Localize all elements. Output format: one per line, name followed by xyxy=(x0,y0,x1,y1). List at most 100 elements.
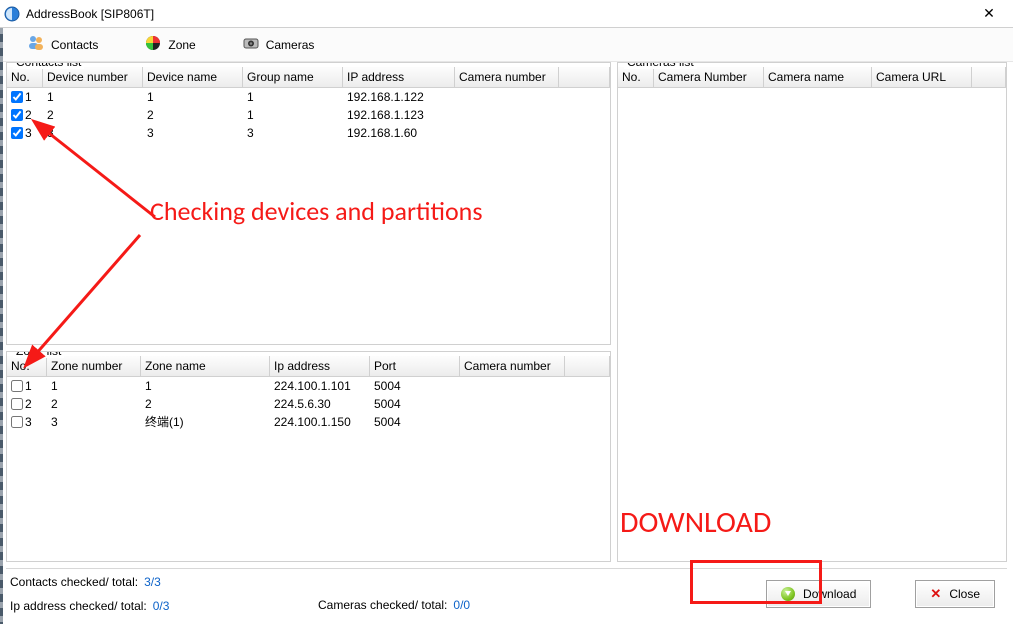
row-checkbox[interactable] xyxy=(11,380,23,392)
cell-device-name: 1 xyxy=(143,88,243,106)
cell-no: 1 xyxy=(25,90,32,104)
col-camera-number[interactable]: Camera Number xyxy=(654,67,764,87)
cell-camera-number xyxy=(455,106,559,124)
contacts-legend: Contacts list xyxy=(13,62,84,69)
cell-ip-address: 192.168.1.60 xyxy=(343,124,455,142)
contacts-label: Contacts xyxy=(51,38,98,52)
table-row[interactable]: 111224.100.1.1015004 xyxy=(7,377,610,395)
contacts-checked-label: Contacts checked/ total: xyxy=(10,575,138,589)
cell-ip-address: 224.5.6.30 xyxy=(270,395,370,413)
cell-port: 5004 xyxy=(370,395,460,413)
app-icon xyxy=(4,6,20,22)
col-port[interactable]: Port xyxy=(370,356,460,376)
col-camera-name[interactable]: Camera name xyxy=(764,67,872,87)
footer: Contacts checked/ total: 3/3 Ip address … xyxy=(6,568,1007,618)
cell-device-number: 3 xyxy=(43,124,143,142)
col-zone-number[interactable]: Zone number xyxy=(47,356,141,376)
col-ip-address[interactable]: Ip address xyxy=(270,356,370,376)
cameras-header-row: No. Camera Number Camera name Camera URL xyxy=(618,67,1006,88)
cell-ip-address: 192.168.1.122 xyxy=(343,88,455,106)
zone-header-row: No. Zone number Zone name Ip address Por… xyxy=(7,356,610,377)
close-window-button[interactable]: ✕ xyxy=(969,0,1009,28)
cell-zone-number: 3 xyxy=(47,413,141,431)
cameras-checked-value: 0/0 xyxy=(453,598,470,612)
cameras-body[interactable] xyxy=(618,88,1006,561)
decorative-edge xyxy=(0,28,3,624)
cell-camera-number xyxy=(455,124,559,142)
cell-group-name: 3 xyxy=(243,124,343,142)
cell-device-number: 2 xyxy=(43,106,143,124)
cell-no: 2 xyxy=(25,108,32,122)
cell-no: 2 xyxy=(25,397,32,411)
ip-checked-label: Ip address checked/ total: xyxy=(10,599,147,613)
col-camera-url[interactable]: Camera URL xyxy=(872,67,972,87)
zone-legend: Zone list xyxy=(13,351,64,358)
titlebar: AddressBook [SIP806T] ✕ xyxy=(0,0,1013,28)
cell-ip-address: 192.168.1.123 xyxy=(343,106,455,124)
cameras-button[interactable]: Cameras xyxy=(239,32,318,57)
cameras-icon xyxy=(242,34,260,55)
cell-camera-number xyxy=(455,88,559,106)
table-row[interactable]: 222224.5.6.305004 xyxy=(7,395,610,413)
contacts-group: Contacts list No. Device number Device n… xyxy=(6,62,611,345)
table-row[interactable]: 33终端(1)224.100.1.1505004 xyxy=(7,413,610,431)
table-row[interactable]: 3333192.168.1.60 xyxy=(7,124,610,142)
cell-camera-number xyxy=(460,377,565,395)
cell-zone-number: 1 xyxy=(47,377,141,395)
contacts-icon xyxy=(27,34,45,55)
zone-group: Zone list No. Zone number Zone name Ip a… xyxy=(6,351,611,562)
cell-zone-name: 1 xyxy=(141,377,270,395)
col-device-number[interactable]: Device number xyxy=(43,67,143,87)
contacts-header-row: No. Device number Device name Group name… xyxy=(7,67,610,88)
cameras-checked-label: Cameras checked/ total: xyxy=(318,598,447,612)
cell-no: 3 xyxy=(25,126,32,140)
table-row[interactable]: 1111192.168.1.122 xyxy=(7,88,610,106)
col-group-name[interactable]: Group name xyxy=(243,67,343,87)
cell-no: 3 xyxy=(25,415,32,429)
col-camera-number[interactable]: Camera number xyxy=(460,356,565,376)
col-no[interactable]: No. xyxy=(618,67,654,87)
annotation-rect-download xyxy=(690,560,822,604)
close-label: Close xyxy=(949,587,980,601)
row-checkbox[interactable] xyxy=(11,398,23,410)
cell-zone-name: 2 xyxy=(141,395,270,413)
zone-button[interactable]: Zone xyxy=(141,32,198,57)
ip-checked-value: 0/3 xyxy=(153,599,170,613)
cell-ip-address: 224.100.1.101 xyxy=(270,377,370,395)
col-ip-address[interactable]: IP address xyxy=(343,67,455,87)
cameras-label: Cameras xyxy=(266,38,315,52)
toolbar: Contacts Zone Cameras xyxy=(0,28,1013,62)
col-no[interactable]: No. xyxy=(7,67,43,87)
cameras-legend: Cameras list xyxy=(624,62,697,69)
cell-no: 1 xyxy=(25,379,32,393)
cell-device-name: 2 xyxy=(143,106,243,124)
zone-icon xyxy=(144,34,162,55)
contacts-checked-value: 3/3 xyxy=(144,575,161,589)
cell-zone-name: 终端(1) xyxy=(141,413,270,431)
cell-port: 5004 xyxy=(370,413,460,431)
cell-camera-number xyxy=(460,413,565,431)
col-no[interactable]: No. xyxy=(7,356,47,376)
row-checkbox[interactable] xyxy=(11,127,23,139)
row-checkbox[interactable] xyxy=(11,416,23,428)
cell-device-name: 3 xyxy=(143,124,243,142)
contacts-button[interactable]: Contacts xyxy=(24,32,101,57)
contacts-body[interactable]: 1111192.168.1.1222221192.168.1.123333319… xyxy=(7,88,610,344)
cameras-group: Cameras list No. Camera Number Camera na… xyxy=(617,62,1007,562)
col-device-name[interactable]: Device name xyxy=(143,67,243,87)
row-checkbox[interactable] xyxy=(11,91,23,103)
row-checkbox[interactable] xyxy=(11,109,23,121)
zone-body[interactable]: 111224.100.1.1015004222224.5.6.30500433终… xyxy=(7,377,610,561)
close-icon: ✕ xyxy=(930,586,941,602)
col-zone-name[interactable]: Zone name xyxy=(141,356,270,376)
cell-ip-address: 224.100.1.150 xyxy=(270,413,370,431)
col-camera-number[interactable]: Camera number xyxy=(455,67,559,87)
cell-port: 5004 xyxy=(370,377,460,395)
close-button[interactable]: ✕ Close xyxy=(915,580,995,608)
table-row[interactable]: 2221192.168.1.123 xyxy=(7,106,610,124)
cell-device-number: 1 xyxy=(43,88,143,106)
cell-zone-number: 2 xyxy=(47,395,141,413)
window-title: AddressBook [SIP806T] xyxy=(26,7,154,21)
zone-label: Zone xyxy=(168,38,195,52)
cell-group-name: 1 xyxy=(243,106,343,124)
